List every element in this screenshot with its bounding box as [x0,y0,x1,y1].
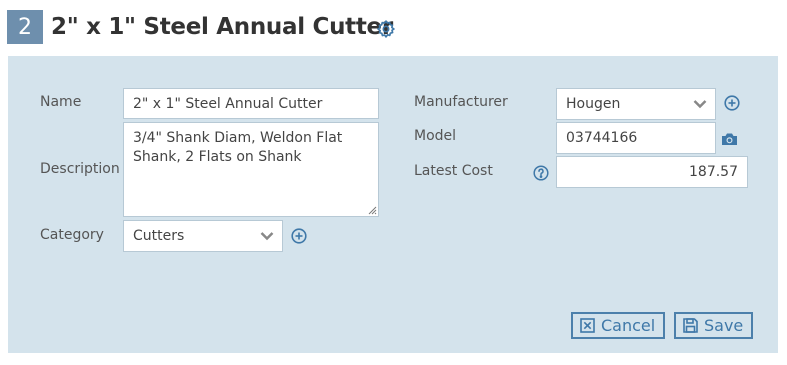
latest-cost-label: Latest Cost [414,163,493,179]
model-value: 03744166 [566,130,638,146]
description-label: Description [40,161,120,177]
page-title: 2" x 1" Steel Annual Cutter [51,14,393,40]
save-label: Save [704,316,744,335]
chevron-down-icon [693,100,707,109]
category-select[interactable]: Cutters [123,220,283,252]
description-textarea[interactable]: 3/4" Shank Diam, Weldon Flat Shank, 2 Fl… [123,122,379,217]
manufacturer-select[interactable]: Hougen [556,88,716,120]
category-label: Category [40,227,104,243]
model-label: Model [414,128,457,144]
category-value: Cutters [133,228,185,244]
close-box-icon [580,318,595,333]
page-header: 2 2" x 1" Steel Annual Cutter [7,10,393,44]
name-value: 2" x 1" Steel Annual Cutter [133,95,323,112]
latest-cost-input[interactable]: 187.57 [556,156,748,188]
name-label: Name [40,94,82,110]
cancel-label: Cancel [601,316,656,335]
name-input[interactable]: 2" x 1" Steel Annual Cutter [123,88,379,119]
model-input[interactable]: 03744166 [556,122,716,154]
description-value: 3/4" Shank Diam, Weldon Flat Shank, 2 Fl… [133,130,343,165]
add-manufacturer-plus-circle-icon[interactable] [724,95,740,111]
camera-icon[interactable] [721,132,738,146]
item-form-panel: Name 2" x 1" Steel Annual Cutter Descrip… [8,56,778,353]
question-circle-icon[interactable] [533,165,549,181]
cancel-button[interactable]: Cancel [571,312,666,339]
latest-cost-value: 187.57 [689,164,738,180]
manufacturer-value: Hougen [566,96,621,112]
gear-icon[interactable] [376,19,396,39]
chevron-down-icon [260,232,274,241]
item-number-badge: 2 [7,10,43,44]
add-category-plus-circle-icon[interactable] [291,228,307,244]
save-button[interactable]: Save [674,312,754,339]
resize-handle-icon[interactable] [368,206,377,215]
floppy-disk-icon [683,318,698,333]
manufacturer-label: Manufacturer [414,94,508,110]
panel-notch [0,277,8,353]
